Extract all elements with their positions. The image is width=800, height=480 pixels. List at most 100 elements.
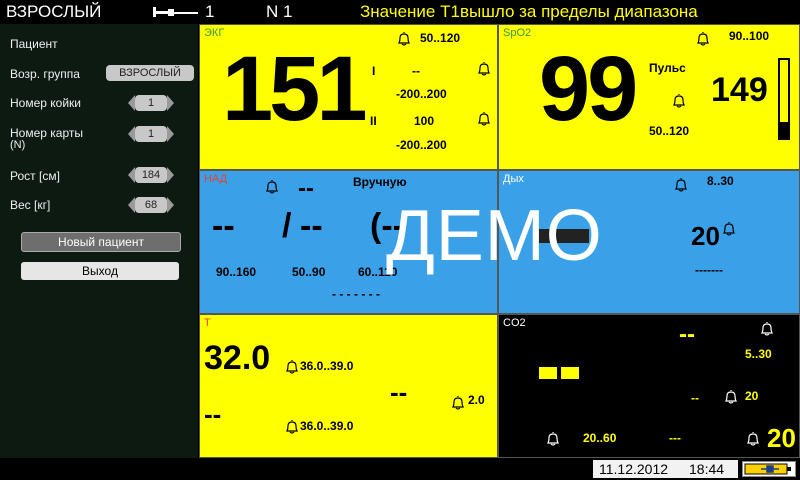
decrement-icon[interactable] bbox=[128, 95, 135, 111]
co2-dash-block bbox=[539, 367, 557, 379]
separator: / bbox=[282, 207, 292, 245]
alarm-bell-icon bbox=[745, 431, 761, 447]
alarm-bell-icon bbox=[284, 419, 300, 435]
alarm-message: Значение T1вышло за пределы диапазона bbox=[360, 2, 698, 21]
alarm-bell-icon bbox=[673, 177, 689, 193]
age-group-select[interactable]: ВЗРОСЛЫЙ bbox=[106, 65, 194, 81]
card-number-stepper[interactable]: 1 bbox=[128, 126, 174, 142]
weight-stepper[interactable]: 68 bbox=[128, 197, 174, 213]
increment-icon[interactable] bbox=[167, 197, 174, 213]
spo2-value: 99 bbox=[539, 38, 638, 140]
delta-t-value: -- bbox=[390, 377, 408, 407]
alarm-bell-icon bbox=[476, 61, 492, 77]
card-number-value: 1 bbox=[135, 126, 167, 142]
ecg-panel[interactable]: ЭКГ 151 50..120 I -- -200..200 II 100 -2… bbox=[199, 24, 498, 170]
alarm-bell-icon bbox=[759, 321, 775, 337]
increment-icon[interactable] bbox=[167, 95, 174, 111]
spo2-limits: 90..100 bbox=[729, 29, 770, 43]
t2-value: -- bbox=[204, 399, 222, 429]
alarm-bell-icon bbox=[695, 31, 711, 47]
patient-mode: ВЗРОСЛЫЙ bbox=[6, 2, 102, 21]
height-label: Рост [см] bbox=[10, 169, 60, 183]
etco2-value: -- bbox=[679, 321, 695, 348]
status-bar: 11.12.2012 18:44 bbox=[0, 458, 800, 480]
decrement-icon[interactable] bbox=[128, 197, 135, 213]
network-number: N 1 bbox=[266, 2, 293, 21]
increment-icon[interactable] bbox=[167, 126, 174, 142]
alarm-bell-icon bbox=[284, 359, 300, 375]
perfusion-bar-fill bbox=[780, 122, 788, 138]
t1-limits: 36.0..39.0 bbox=[300, 359, 354, 373]
perfusion-bar bbox=[778, 58, 790, 140]
resp-limits: 8..30 bbox=[707, 174, 734, 188]
weight-label: Вес [кг] bbox=[10, 198, 51, 212]
diastolic-value: -- bbox=[300, 207, 323, 245]
card-number-sublabel: (N) bbox=[10, 139, 26, 151]
pulse-limits: 50..120 bbox=[649, 124, 690, 138]
top-bar: ВЗРОСЛЫЙ 1 N 1 Значение T1вышло за преде… bbox=[0, 0, 800, 24]
alarm-bell-icon bbox=[476, 111, 492, 127]
increment-icon[interactable] bbox=[167, 167, 174, 183]
pulse-value: 149 bbox=[711, 71, 768, 109]
demo-watermark: ДЕМО bbox=[386, 196, 603, 276]
diastolic-limits: 50..90 bbox=[292, 265, 326, 279]
lead1-label: I bbox=[372, 64, 376, 78]
height-stepper[interactable]: 184 bbox=[128, 167, 174, 183]
decrement-icon[interactable] bbox=[128, 126, 135, 142]
battery-icon bbox=[742, 461, 796, 477]
delta-t-limit: 2.0 bbox=[468, 393, 485, 407]
systolic-limits: 90..160 bbox=[216, 265, 257, 279]
bed-number-stepper[interactable]: 1 bbox=[128, 95, 174, 111]
time: 18:44 bbox=[689, 461, 725, 477]
co2-panel[interactable]: CO2 -- 5..30 -- 20 20..60 --- 20 bbox=[498, 314, 800, 458]
lead-number: 1 bbox=[205, 2, 215, 21]
patient-heading: Пациент bbox=[10, 37, 58, 51]
pulse-label: Пульс bbox=[649, 61, 686, 75]
bed-number-label: Номер койки bbox=[10, 96, 81, 110]
patient-sidebar: Пациент Возр. группа ВЗРОСЛЫЙ Номер койк… bbox=[0, 24, 198, 480]
systolic-value: -- bbox=[212, 207, 235, 245]
alarm-bell-icon bbox=[450, 395, 466, 411]
weight-value: 68 bbox=[135, 197, 167, 213]
age-group-label: Возр. группа bbox=[10, 67, 80, 81]
spo2-panel[interactable]: SpO2 99 90..100 Пульс 149 50..120 bbox=[498, 24, 800, 170]
lead1-value: -- bbox=[412, 64, 420, 78]
lead2-label: II bbox=[370, 114, 377, 128]
co2-dash-block bbox=[561, 367, 579, 379]
decrement-icon[interactable] bbox=[128, 167, 135, 183]
nibp-top-value: -- bbox=[298, 175, 314, 202]
alarm-bell-icon bbox=[671, 93, 687, 109]
alarm-bell-icon bbox=[396, 31, 412, 47]
alarm-bell-icon bbox=[545, 431, 561, 447]
awrr-value: 20 bbox=[767, 423, 796, 453]
fico2-limit: 20 bbox=[745, 389, 759, 403]
new-patient-button[interactable]: Новый пациент bbox=[21, 232, 181, 252]
rr-value: --- bbox=[669, 431, 681, 445]
hr-limits: 50..120 bbox=[420, 31, 461, 45]
lead-icon bbox=[153, 3, 199, 19]
co2-title: CO2 bbox=[503, 317, 526, 329]
resp-extra: ------- bbox=[695, 263, 723, 277]
temp-title: T bbox=[204, 317, 211, 329]
nibp-title: НАД bbox=[204, 173, 228, 185]
t2-limits: 36.0..39.0 bbox=[300, 419, 354, 433]
temp-panel[interactable]: T 32.0 36.0..39.0 -- 2.0 -- 36.0..39.0 bbox=[199, 314, 498, 458]
etco2-limits: 5..30 bbox=[745, 347, 772, 361]
date: 11.12.2012 bbox=[599, 461, 669, 477]
lead2-value: 100 bbox=[414, 114, 435, 128]
rr-limits: 20..60 bbox=[583, 431, 617, 445]
datetime-box: 11.12.2012 18:44 bbox=[593, 460, 738, 478]
t1-value: 32.0 bbox=[204, 339, 271, 377]
resp-value: 20 bbox=[691, 221, 720, 251]
bed-number-value: 1 bbox=[135, 95, 167, 111]
lead1-limits: -200..200 bbox=[396, 87, 447, 101]
spo2-title: SpO2 bbox=[503, 27, 532, 39]
exit-button[interactable]: Выход bbox=[21, 262, 179, 280]
alarm-bell-icon bbox=[264, 179, 280, 195]
alarm-bell-icon bbox=[723, 389, 739, 405]
nibp-mode: Вручную bbox=[353, 175, 407, 189]
heart-rate-value: 151 bbox=[222, 38, 367, 140]
alarm-bell-icon bbox=[721, 221, 737, 237]
fico2-value: -- bbox=[691, 391, 699, 405]
resp-title: Дых bbox=[503, 173, 524, 185]
